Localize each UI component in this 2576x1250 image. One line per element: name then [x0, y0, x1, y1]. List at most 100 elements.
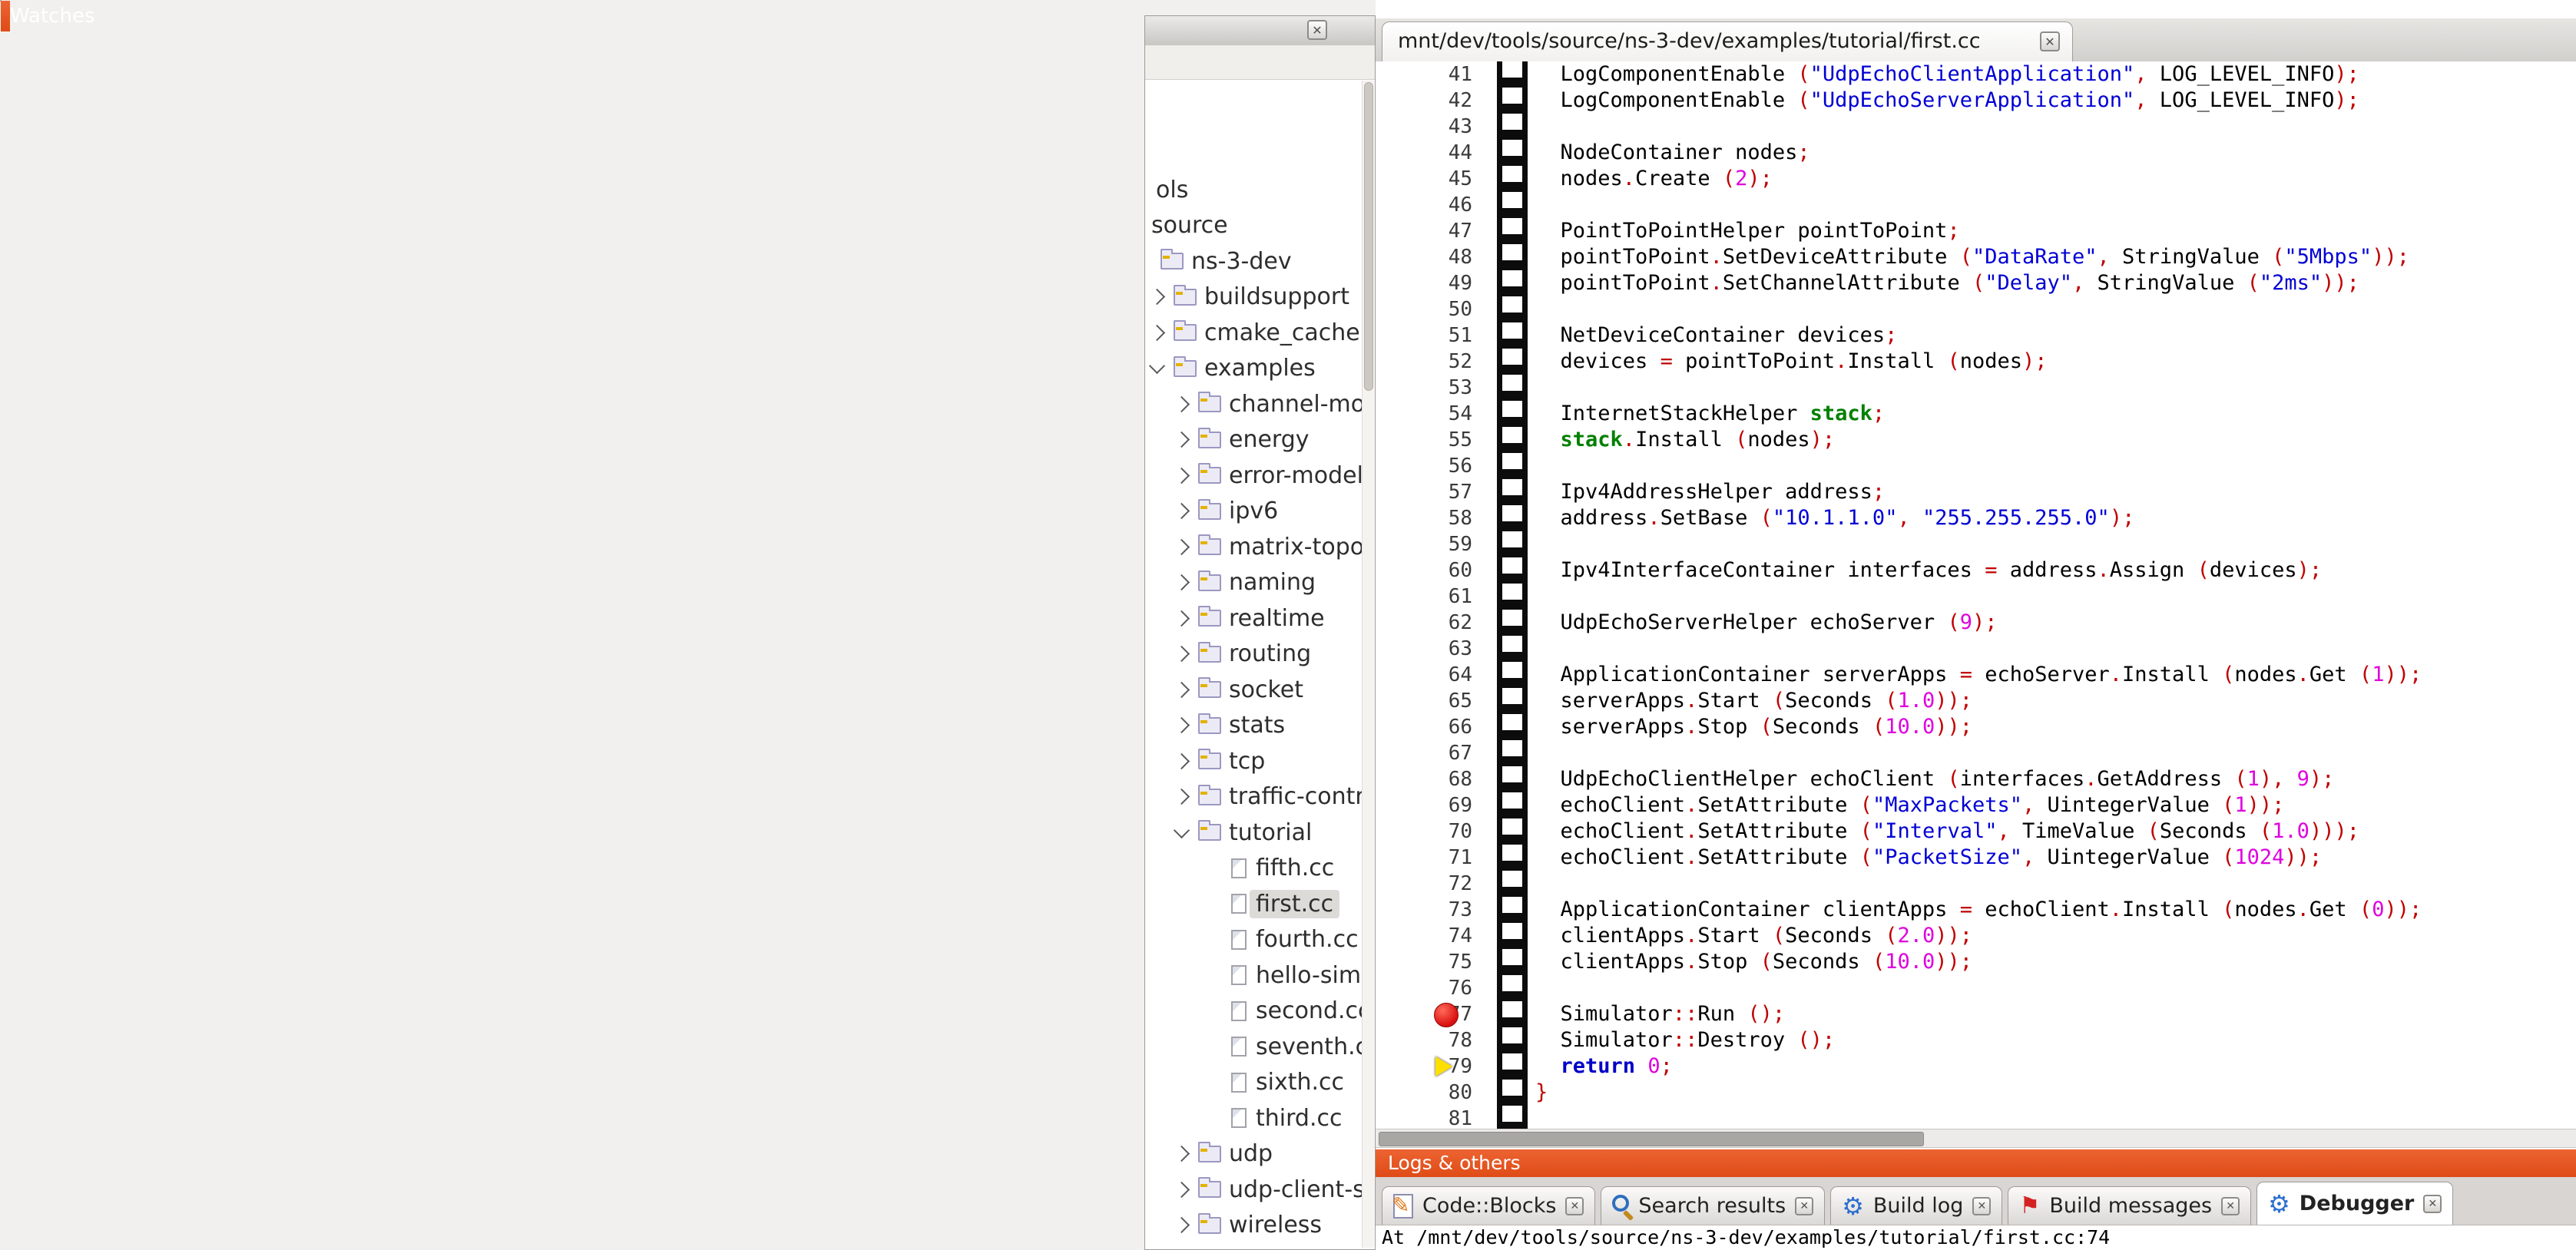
line-number[interactable]: 62: [1376, 610, 1472, 636]
tree-item-matrix-topolo[interactable]: matrix-topolo: [1145, 529, 1362, 565]
line-number[interactable]: 50: [1376, 296, 1472, 322]
editor-tab-first.cc[interactable]: mnt/dev/tools/source/ns-3-dev/examples/t…: [1382, 21, 2073, 61]
tree-item-cmake_cache[interactable]: cmake_cache: [1145, 315, 1362, 351]
line-number[interactable]: 43: [1376, 114, 1472, 140]
line-number[interactable]: 59: [1376, 531, 1472, 557]
scrollbar-thumb[interactable]: [1364, 82, 1373, 391]
code-editor[interactable]: 41 LogComponentEnable ("UdpEchoClientApp…: [1376, 61, 2576, 1129]
line-number[interactable]: 57: [1376, 479, 1472, 505]
line-number[interactable]: 42: [1376, 88, 1472, 114]
chevron-right-icon[interactable]: [1174, 503, 1190, 519]
tree-item-udp[interactable]: udp: [1145, 1136, 1362, 1172]
chevron-right-icon[interactable]: [1174, 753, 1190, 769]
chevron-right-icon[interactable]: [1174, 789, 1190, 805]
log-tab-search-results[interactable]: Search results✕: [1601, 1186, 1825, 1225]
line-number[interactable]: 58: [1376, 505, 1472, 531]
logs-panel-titlebar[interactable]: Logs & others: [1376, 1149, 2576, 1177]
line-number[interactable]: 68: [1376, 766, 1472, 792]
tree-item-first.cc[interactable]: first.cc: [1145, 886, 1362, 922]
chevron-right-icon[interactable]: [1174, 1146, 1190, 1162]
line-number[interactable]: 70: [1376, 818, 1472, 845]
tree-item-sixth.cc[interactable]: sixth.cc: [1145, 1065, 1362, 1101]
tree-item-second.cc[interactable]: second.cc: [1145, 994, 1362, 1030]
close-icon[interactable]: ✕: [1795, 1197, 1813, 1215]
line-number[interactable]: 72: [1376, 871, 1472, 897]
chevron-right-icon[interactable]: [1174, 574, 1190, 590]
chevron-right-icon[interactable]: [1174, 682, 1190, 698]
watches-titlebar[interactable]: Watches: [1, 1, 10, 31]
chevron-right-icon[interactable]: [1174, 646, 1190, 662]
chevron-right-icon[interactable]: [1149, 325, 1165, 341]
tree-item-tcp[interactable]: tcp: [1145, 743, 1362, 779]
chevron-down-icon[interactable]: [1149, 358, 1165, 374]
line-number[interactable]: 47: [1376, 218, 1472, 244]
line-number[interactable]: 51: [1376, 322, 1472, 349]
tree-item-hello-simul[interactable]: hello-simul: [1145, 957, 1362, 994]
line-number[interactable]: 67: [1376, 740, 1472, 766]
chevron-right-icon[interactable]: [1174, 432, 1190, 448]
line-number[interactable]: 63: [1376, 636, 1472, 662]
chevron-right-icon[interactable]: [1149, 289, 1165, 305]
log-tab-build-log[interactable]: ⚙Build log✕: [1830, 1186, 2002, 1225]
line-number[interactable]: 49: [1376, 270, 1472, 296]
line-number[interactable]: 44: [1376, 140, 1472, 166]
line-number[interactable]: 76: [1376, 975, 1472, 1001]
tree-item-realtime[interactable]: realtime: [1145, 600, 1362, 637]
tree-item-tutorial[interactable]: tutorial: [1145, 815, 1362, 851]
tree-item-examples[interactable]: examples: [1145, 351, 1362, 387]
close-icon[interactable]: ✕: [1565, 1197, 1584, 1215]
line-number[interactable]: 64: [1376, 662, 1472, 688]
log-tab-build-messages[interactable]: ⚑Build messages✕: [2008, 1186, 2251, 1225]
tree-item-buildsupport[interactable]: buildsupport: [1145, 279, 1362, 316]
close-icon[interactable]: ✕: [1307, 20, 1327, 40]
line-number[interactable]: 56: [1376, 453, 1472, 479]
tree-item-seventh.cc[interactable]: seventh.cc: [1145, 1029, 1362, 1065]
tree-item-third.cc[interactable]: third.cc: [1145, 1100, 1362, 1136]
line-number[interactable]: 66: [1376, 714, 1472, 740]
line-number[interactable]: 45: [1376, 166, 1472, 192]
line-number[interactable]: 74: [1376, 923, 1472, 949]
line-number[interactable]: 65: [1376, 688, 1472, 714]
line-number[interactable]: 52: [1376, 349, 1472, 375]
log-tab-code-blocks[interactable]: Code::Blocks✕: [1382, 1186, 1595, 1225]
tree-item-ns-3-dev[interactable]: ns-3-dev: [1145, 243, 1362, 279]
chevron-right-icon[interactable]: [1174, 717, 1190, 733]
line-number[interactable]: 79: [1376, 1053, 1472, 1080]
chevron-right-icon[interactable]: [1174, 610, 1190, 627]
line-number[interactable]: 46: [1376, 192, 1472, 218]
tree-item-fourth.cc[interactable]: fourth.cc: [1145, 922, 1362, 958]
close-icon[interactable]: ✕: [2423, 1195, 2442, 1213]
tree-item-ols[interactable]: ols: [1145, 172, 1362, 208]
tree-item-source[interactable]: source: [1145, 208, 1362, 244]
tree-item-ipv6[interactable]: ipv6: [1145, 494, 1362, 530]
tree-vertical-scrollbar[interactable]: [1362, 81, 1374, 1248]
line-number[interactable]: 41: [1376, 61, 1472, 88]
scrollbar-thumb[interactable]: [1379, 1132, 1924, 1146]
tree-item-energy[interactable]: energy: [1145, 422, 1362, 458]
close-icon[interactable]: ✕: [1972, 1197, 1991, 1215]
tree-pane-caption[interactable]: [1145, 16, 1375, 46]
line-number[interactable]: 80: [1376, 1080, 1472, 1106]
line-number[interactable]: 48: [1376, 244, 1472, 270]
close-icon[interactable]: ✕: [2221, 1197, 2240, 1215]
line-number[interactable]: 60: [1376, 557, 1472, 584]
line-number[interactable]: 78: [1376, 1027, 1472, 1053]
tree-item-fifth.cc[interactable]: fifth.cc: [1145, 851, 1362, 887]
chevron-right-icon[interactable]: [1174, 1217, 1190, 1233]
tree-item-routing[interactable]: routing: [1145, 637, 1362, 673]
tree-item-wireless[interactable]: wireless: [1145, 1208, 1362, 1244]
chevron-right-icon[interactable]: [1174, 539, 1190, 555]
line-number[interactable]: 81: [1376, 1106, 1472, 1129]
log-tab-debugger[interactable]: ⚙Debugger✕: [2256, 1182, 2453, 1225]
tree-item-udp-client-ser[interactable]: udp-client-ser: [1145, 1172, 1362, 1208]
tree-item-stats[interactable]: stats: [1145, 708, 1362, 744]
tree-item-channel-mode[interactable]: channel-mode: [1145, 386, 1362, 422]
line-number[interactable]: 73: [1376, 897, 1472, 923]
chevron-right-icon[interactable]: [1174, 468, 1190, 484]
line-number[interactable]: 71: [1376, 845, 1472, 871]
tree-item-naming[interactable]: naming: [1145, 565, 1362, 601]
tree-item-error-model[interactable]: error-model: [1145, 458, 1362, 494]
tree-item-socket[interactable]: socket: [1145, 672, 1362, 708]
tree-item-traffic-contro[interactable]: traffic-contro: [1145, 779, 1362, 815]
editor-horizontal-scrollbar[interactable]: [1376, 1129, 2576, 1148]
